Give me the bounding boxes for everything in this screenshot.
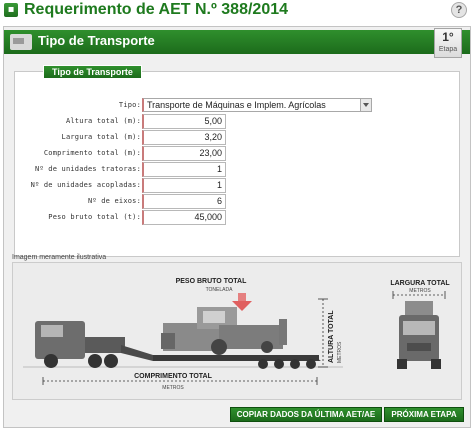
- document-icon: ▪: [4, 3, 18, 17]
- altura-diagram-label: ALTURA TOTAL: [328, 310, 335, 363]
- field-row-tratoras: Nº de unidades tratoras: 1: [15, 162, 459, 178]
- peso-input[interactable]: 45,000: [142, 210, 226, 225]
- title-bar: ▪ Requerimento de AET N.º 388/2014 ?: [0, 0, 474, 24]
- transport-type-panel: Tipo de Transporte 1° Etapa Tipo de Tran…: [3, 26, 471, 428]
- aet-request-window: ▪ Requerimento de AET N.º 388/2014 ? Tip…: [0, 0, 474, 431]
- vehicle-illustration: PESO BRUTO TOTAL TONELADA ALTURA TOTAL M…: [12, 262, 462, 400]
- help-button[interactable]: ?: [451, 2, 467, 18]
- field-row-peso: Peso bruto total (t): 45,000: [15, 210, 459, 226]
- tratoras-label: Nº de unidades tratoras:: [35, 165, 141, 173]
- illustration-caption: Imagem meramente ilustrativa: [12, 254, 107, 261]
- altura-label: Altura total (m):: [65, 117, 141, 125]
- peso-label: Peso bruto total (t):: [48, 213, 141, 221]
- page-title: Requerimento de AET N.º 388/2014: [24, 1, 289, 18]
- eixos-input[interactable]: 6: [142, 194, 226, 209]
- altura-input[interactable]: 5,00: [142, 114, 226, 129]
- comprimento-label: Comprimento total (m):: [43, 149, 141, 157]
- comprimento-input[interactable]: 23,00: [142, 146, 226, 161]
- truck-front-icon: [397, 301, 441, 369]
- panel-header: Tipo de Transporte 1° Etapa: [4, 28, 470, 58]
- transport-fieldset: Tipo de Transporte Tipo: Transporte de M…: [14, 65, 460, 257]
- stage-label: Etapa: [438, 46, 458, 53]
- chevron-down-icon[interactable]: [360, 99, 371, 111]
- stage-badge: 1° Etapa: [434, 28, 462, 58]
- truck-side-icon: [35, 321, 125, 368]
- field-row-tipo: Tipo: Transporte de Máquinas e Implem. A…: [15, 98, 459, 114]
- altura-dimension: [318, 298, 328, 368]
- tipo-label: Tipo:: [118, 101, 141, 109]
- largura-diagram-label: LARGURA TOTAL: [390, 280, 450, 287]
- fieldset-legend: Tipo de Transporte: [43, 65, 142, 79]
- tipo-select[interactable]: Transporte de Máquinas e Implem. Agrícol…: [142, 98, 372, 112]
- field-row-altura: Altura total (m): 5,00: [15, 114, 459, 130]
- acopladas-input[interactable]: 1: [142, 178, 226, 193]
- largura-label: Largura total (m):: [61, 133, 141, 141]
- panel-title: Tipo de Transporte: [38, 33, 155, 48]
- truck-icon: [10, 34, 32, 50]
- tipo-select-value: Transporte de Máquinas e Implem. Agrícol…: [147, 100, 326, 110]
- eixos-label: Nº de eixos:: [88, 197, 141, 205]
- field-row-largura: Largura total (m): 3,20: [15, 130, 459, 146]
- peso-diagram-unit: TONELADA: [206, 287, 234, 293]
- harvester-icon: [161, 307, 287, 355]
- comprimento-diagram-label: COMPRIMENTO TOTAL: [134, 373, 213, 380]
- peso-diagram-label: PESO BRUTO TOTAL: [176, 278, 248, 285]
- field-row-eixos: Nº de eixos: 6: [15, 194, 459, 210]
- largura-input[interactable]: 3,20: [142, 130, 226, 145]
- field-row-comprimento: Comprimento total (m): 23,00: [15, 146, 459, 162]
- vehicle-diagram-svg: PESO BRUTO TOTAL TONELADA ALTURA TOTAL M…: [23, 278, 450, 391]
- comprimento-diagram-unit: METROS: [162, 385, 184, 391]
- next-step-button[interactable]: PRÓXIMA ETAPA: [384, 407, 464, 422]
- copy-last-aet-button[interactable]: COPIAR DADOS DA ÚLTIMA AET/AE: [230, 407, 382, 422]
- acopladas-label: Nº de unidades acopladas:: [30, 181, 141, 189]
- altura-diagram-unit: METROS: [337, 341, 343, 363]
- tratoras-input[interactable]: 1: [142, 162, 226, 177]
- largura-diagram-unit: METROS: [409, 288, 431, 294]
- stage-number: 1°: [442, 30, 454, 44]
- field-row-acopladas: Nº de unidades acopladas: 1: [15, 178, 459, 194]
